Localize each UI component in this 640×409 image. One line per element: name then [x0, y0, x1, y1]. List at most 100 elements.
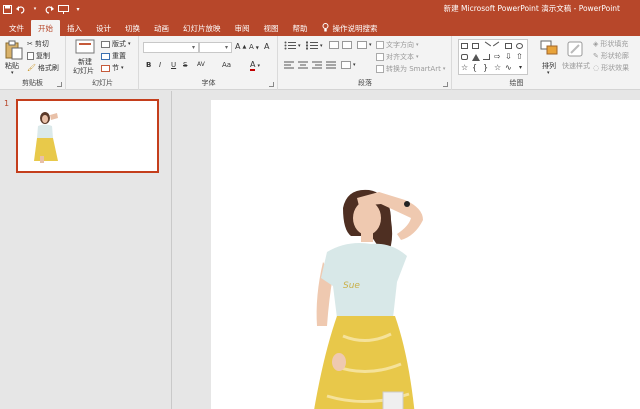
clipboard-launcher-icon[interactable]	[57, 82, 62, 87]
paste-dropdown[interactable]: ▾	[11, 70, 14, 76]
arrange-dropdown[interactable]: ▾	[547, 70, 550, 76]
format-painter-button[interactable]: 🖌 格式刷	[27, 63, 59, 73]
reset-button[interactable]: 重置	[101, 51, 126, 61]
cut-button[interactable]: ✂ 剪切	[27, 39, 49, 49]
paragraph-group: ▾ ▾ ▾ 文字方向 ▾ 对齐文本 ▾ 转换为 SmartArt ▾ ▾ 段落	[279, 36, 452, 90]
curve-shape-icon[interactable]: ∿	[505, 64, 512, 72]
slide-canvas[interactable]: Sue	[211, 100, 640, 409]
smartart-button[interactable]: 转换为 SmartArt ▾	[376, 64, 445, 74]
font-color-button[interactable]: A ▾	[250, 60, 260, 71]
section-button[interactable]: 节 ▾	[101, 63, 124, 73]
more-shapes-icon[interactable]: ▾	[519, 65, 526, 71]
arrange-icon[interactable]	[540, 40, 560, 60]
copy-button[interactable]: 复制	[27, 51, 50, 61]
quick-styles-icon[interactable]	[566, 40, 586, 60]
ribbon: 粘贴 ▾ ✂ 剪切 复制 🖌 格式刷 剪贴板 新建 幻灯片 版式 ▾ 重置 节 ▾ 幻灯…	[0, 36, 640, 90]
font-name-dropdown[interactable]: ▾	[143, 42, 199, 53]
redo-icon[interactable]	[44, 2, 54, 16]
triangle-shape-icon[interactable]	[472, 54, 480, 61]
rounded-rect-shape-icon[interactable]	[461, 54, 468, 60]
customize-icon[interactable]: ▾	[73, 2, 83, 16]
italic-button[interactable]: I	[159, 61, 161, 69]
font-label: 字体	[201, 79, 216, 87]
shapes-gallery[interactable]: ⇨ ⇩ ⇧ ☆ { } ☆ ∿ ▾	[458, 39, 528, 75]
bold-button[interactable]: B	[146, 61, 151, 69]
tab-animations[interactable]: 动画	[147, 20, 176, 36]
line-shape-icon[interactable]	[481, 41, 492, 51]
brace-right-shape-icon[interactable]: }	[483, 64, 490, 72]
tab-view[interactable]: 视图	[257, 20, 286, 36]
line-spacing-button[interactable]: ▾	[357, 41, 372, 49]
tab-transitions[interactable]: 切换	[118, 20, 147, 36]
present-icon[interactable]	[58, 2, 69, 16]
save-icon[interactable]	[2, 2, 12, 16]
new-slide-button-line2[interactable]: 幻灯片	[73, 66, 94, 76]
square-shape-icon[interactable]	[505, 43, 512, 49]
clear-format-button[interactable]: A	[264, 42, 269, 51]
shape-fill-button[interactable]: ◈ 形状填充	[593, 39, 628, 49]
slide-editor: Sue	[173, 91, 640, 409]
textbox-shape-icon[interactable]	[472, 43, 479, 49]
arrow-down-shape-icon[interactable]: ⇩	[505, 53, 512, 61]
oval-shape-icon[interactable]	[516, 43, 523, 49]
justify-button[interactable]	[326, 61, 336, 69]
tell-me-search[interactable]: 操作说明搜索	[315, 20, 385, 36]
tab-design[interactable]: 设计	[89, 20, 118, 36]
font-launcher-icon[interactable]	[269, 82, 274, 87]
copy-icon	[27, 52, 34, 60]
change-case-button[interactable]: Aa	[222, 61, 231, 69]
paragraph-launcher-icon[interactable]	[443, 82, 448, 87]
decrease-indent-button[interactable]	[329, 41, 339, 49]
tab-help[interactable]: 帮助	[286, 20, 315, 36]
quick-styles-button[interactable]: 快速样式	[562, 61, 590, 71]
rectangle-shape-icon[interactable]	[461, 43, 468, 49]
strikethrough-button[interactable]: S	[183, 61, 187, 69]
arrow-right-shape-icon[interactable]: ⇨	[494, 53, 501, 61]
char-spacing-button[interactable]: AV	[197, 61, 205, 68]
star-shape-icon[interactable]: ☆	[461, 64, 468, 72]
shape-effects-button[interactable]: ◌ 形状效果	[593, 63, 629, 73]
slide-thumbnail-pane: 1	[0, 91, 172, 409]
underline-button[interactable]: U	[171, 61, 176, 69]
bullets-button[interactable]: ▾	[284, 41, 301, 50]
tab-home[interactable]: 开始	[31, 20, 60, 36]
chevron-down-icon: ▾	[191, 44, 195, 51]
shape-outline-button[interactable]: ✎ 形状轮廓	[593, 51, 629, 61]
tab-review[interactable]: 审阅	[228, 20, 257, 36]
tab-slideshow[interactable]: 幻灯片放映	[176, 20, 228, 36]
ribbon-tabs: 文件 开始 插入 设计 切换 动画 幻灯片放映 审阅 视图 帮助 操作说明搜索	[0, 18, 640, 36]
slide-thumbnail[interactable]	[16, 99, 159, 173]
slides-label: 幻灯片	[92, 79, 113, 87]
tab-insert[interactable]: 插入	[60, 20, 89, 36]
window-title: 新建 Microsoft PowerPoint 演示文稿 - PowerPoin…	[443, 4, 620, 13]
shrink-font-button[interactable]: A ▼	[249, 43, 259, 51]
paste-icon[interactable]	[5, 40, 25, 60]
chevron-down-icon[interactable]: ▾	[30, 2, 40, 16]
numbering-button[interactable]: ▾	[306, 41, 323, 50]
fill-icon: ◈	[593, 40, 599, 48]
lightbulb-icon	[322, 23, 329, 34]
layout-icon	[101, 40, 110, 48]
new-slide-icon[interactable]	[75, 39, 95, 59]
align-left-button[interactable]	[284, 61, 294, 69]
align-right-button[interactable]	[312, 61, 322, 69]
font-size-dropdown[interactable]: ▾	[199, 42, 232, 53]
slide-photo[interactable]: Sue	[287, 186, 447, 409]
tab-file[interactable]: 文件	[2, 20, 31, 36]
brace-left-shape-icon[interactable]: {	[472, 64, 479, 72]
text-direction-button[interactable]: 文字方向 ▾	[376, 40, 419, 50]
line2-shape-icon[interactable]	[492, 41, 503, 51]
grow-font-button[interactable]: A ▲	[235, 42, 246, 51]
undo-icon[interactable]	[16, 2, 26, 16]
font-group: ▾ ▾ A ▲ A ▼ A B I U S AV Aa A ▾ 字体	[140, 36, 278, 90]
arrow-up-shape-icon[interactable]: ⇧	[516, 53, 523, 61]
align-text-button[interactable]: 对齐文本 ▾	[376, 52, 419, 62]
align-center-button[interactable]	[298, 61, 308, 69]
effects-icon: ◌	[593, 64, 600, 72]
increase-indent-button[interactable]	[342, 41, 352, 49]
paragraph-label: 段落	[358, 79, 372, 87]
elbow-shape-icon[interactable]	[483, 54, 490, 60]
columns-button[interactable]: ▾	[341, 61, 356, 69]
layout-button[interactable]: 版式 ▾	[101, 39, 131, 49]
star2-shape-icon[interactable]: ☆	[494, 64, 501, 72]
